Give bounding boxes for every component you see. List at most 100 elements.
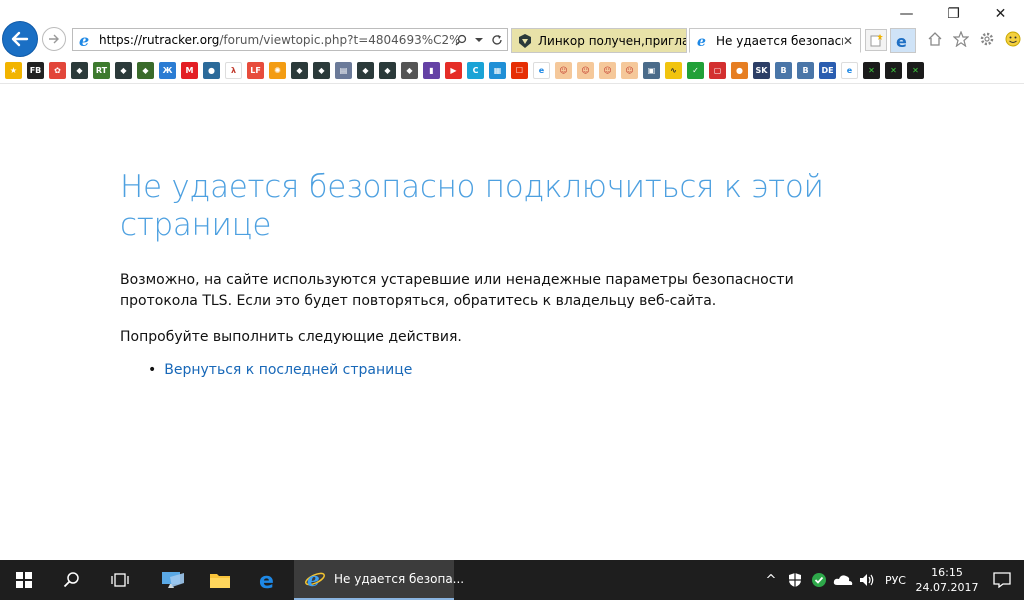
- new-tab-button[interactable]: [865, 29, 887, 51]
- favorite-wows2-icon[interactable]: ◆: [115, 62, 132, 79]
- favorite-x2-icon[interactable]: ✕: [885, 62, 902, 79]
- smiley-icon[interactable]: [1002, 28, 1024, 50]
- page-title: Не удается безопасно подключиться к этой…: [120, 169, 824, 243]
- close-button[interactable]: ✕: [977, 0, 1024, 28]
- favorite-wows1-icon[interactable]: ◆: [71, 62, 88, 79]
- favorite-lock-icon[interactable]: ▣: [643, 62, 660, 79]
- svg-text:e: e: [79, 32, 89, 48]
- clock[interactable]: 16:15 24.07.2017: [914, 565, 980, 595]
- explorer-pinned-button[interactable]: [148, 560, 196, 600]
- action-center-button[interactable]: [980, 560, 1024, 600]
- favorite-x3-icon[interactable]: ✕: [907, 62, 924, 79]
- favorite-ali-icon[interactable]: ☐: [511, 62, 528, 79]
- favorite-c-icon[interactable]: C: [467, 62, 484, 79]
- defender-icon[interactable]: [783, 560, 807, 600]
- ie-taskbar-button[interactable]: e Не удается безопа...: [294, 560, 464, 600]
- favorite-sk-icon[interactable]: SK: [753, 62, 770, 79]
- file-explorer-button[interactable]: [196, 560, 244, 600]
- dropdown-icon[interactable]: [471, 31, 487, 49]
- error-content: Не удается безопасно подключиться к этой…: [120, 168, 840, 378]
- try-actions-text: Попробуйте выполнить следующие действия.: [120, 329, 462, 345]
- favorite-ie2-icon[interactable]: e: [841, 62, 858, 79]
- favorite-wave-icon[interactable]: ∿: [665, 62, 682, 79]
- search-button[interactable]: [48, 560, 96, 600]
- svg-text:e: e: [307, 568, 320, 590]
- favorite-tank-icon[interactable]: ◆: [401, 62, 418, 79]
- refresh-icon[interactable]: [489, 31, 505, 49]
- task-view-button[interactable]: [96, 560, 144, 600]
- home-icon[interactable]: [924, 28, 946, 50]
- favorite-wows5-icon[interactable]: ◆: [313, 62, 330, 79]
- warships-icon: [517, 33, 533, 49]
- favorite-wows7-icon[interactable]: ◆: [379, 62, 396, 79]
- tab-label: Не удается безопасно ...: [716, 33, 843, 48]
- favorite-girl1-icon[interactable]: ☺: [555, 62, 572, 79]
- system-tray: ^ РУС 16:15 24.07.2017: [759, 560, 1024, 600]
- favorite-fb-icon[interactable]: FB: [27, 62, 44, 79]
- favorite-wows6-icon[interactable]: ◆: [357, 62, 374, 79]
- address-bar[interactable]: e https://rutracker.org/forum/viewtopic.…: [72, 28, 508, 51]
- svg-text:e: e: [259, 569, 274, 591]
- browser-chrome: — ❐ ✕ e https://rutracker.org/forum/view…: [0, 0, 1024, 58]
- monitor-icon: [162, 572, 184, 588]
- favorite-sber-icon[interactable]: ✓: [687, 62, 704, 79]
- favorite-girl2-icon[interactable]: ☺: [577, 62, 594, 79]
- favorite-rt-icon[interactable]: RT: [93, 62, 110, 79]
- volume-icon[interactable]: [855, 560, 879, 600]
- clock-time: 16:15: [931, 566, 963, 579]
- address-url[interactable]: https://rutracker.org/forum/viewtopic.ph…: [99, 33, 459, 47]
- back-to-last-page-link[interactable]: Вернуться к последней странице: [164, 362, 412, 378]
- back-button[interactable]: [2, 21, 38, 57]
- edge-icon: e: [259, 569, 274, 591]
- favorite-girl4-icon[interactable]: ☺: [621, 62, 638, 79]
- favorite-youtube-icon[interactable]: ▶: [445, 62, 462, 79]
- favorite-sun-icon[interactable]: ✺: [269, 62, 286, 79]
- favorite-wows4-icon[interactable]: ◆: [291, 62, 308, 79]
- restore-button[interactable]: ❐: [930, 0, 977, 28]
- window-controls: — ❐ ✕: [883, 0, 1024, 28]
- start-button[interactable]: [0, 560, 48, 600]
- onedrive-icon[interactable]: [831, 560, 855, 600]
- green-check-icon[interactable]: [807, 560, 831, 600]
- arrow-right-icon: [49, 34, 59, 44]
- minimize-button[interactable]: —: [883, 0, 930, 28]
- favorite-wg-icon[interactable]: ●: [731, 62, 748, 79]
- favorite-wows3-icon[interactable]: ◆: [137, 62, 154, 79]
- edge-button[interactable]: e: [890, 28, 916, 53]
- favorites-bar: ★ FB ✿ ◆ RT ◆ ◆ Ж M ● λ LF ✺ ◆ ◆ ▤ ◆ ◆ ◆ ▮ ▶ C ▦ ☐ e ☺ ☺ ☺ ☺ ▣ ∿ ✓ ▢ ● SK B…: [0, 58, 1024, 84]
- favorite-lambda-icon[interactable]: λ: [225, 62, 242, 79]
- favorite-twitch-icon[interactable]: ▮: [423, 62, 440, 79]
- tab-error-page[interactable]: e Не удается безопасно ... ✕: [689, 28, 861, 53]
- favorite-vk2-icon[interactable]: B: [797, 62, 814, 79]
- favorite-red-icon[interactable]: ▢: [709, 62, 726, 79]
- favorite-pages-icon[interactable]: ▤: [335, 62, 352, 79]
- favorite-girl3-icon[interactable]: ☺: [599, 62, 616, 79]
- favorite-butterfly-icon[interactable]: Ж: [159, 62, 176, 79]
- forward-button[interactable]: [42, 27, 66, 51]
- favorite-flower-icon[interactable]: ✿: [49, 62, 66, 79]
- favorite-vk1-icon[interactable]: B: [775, 62, 792, 79]
- favorite-ie1-icon[interactable]: e: [533, 62, 550, 79]
- favorite-grid-icon[interactable]: ▦: [489, 62, 506, 79]
- edge-taskbar-button[interactable]: e: [244, 560, 292, 600]
- gear-icon[interactable]: [976, 28, 998, 50]
- search-icon[interactable]: [453, 31, 469, 49]
- error-description: Возможно, на сайте используются устаревш…: [120, 272, 794, 309]
- favorite-de-icon[interactable]: DE: [819, 62, 836, 79]
- new-tab-icon: [870, 34, 883, 47]
- arrow-left-icon: [11, 31, 29, 47]
- favorite-circle-icon[interactable]: ●: [203, 62, 220, 79]
- favorite-lf-icon[interactable]: LF: [247, 62, 264, 79]
- favorite-m-icon[interactable]: M: [181, 62, 198, 79]
- tab-warships[interactable]: Линкор получен,пригла...: [511, 28, 687, 53]
- tab-close-icon[interactable]: ✕: [843, 34, 855, 48]
- favorite-x1-icon[interactable]: ✕: [863, 62, 880, 79]
- language-indicator[interactable]: РУС: [885, 574, 906, 587]
- windows-icon: [16, 572, 32, 588]
- chevron-up-icon[interactable]: ^: [759, 560, 783, 600]
- ie-tab-icon: e: [695, 33, 711, 49]
- favorites-star-icon[interactable]: [950, 28, 972, 50]
- edge-icon: e: [896, 33, 907, 49]
- favorite-star-icon[interactable]: ★: [5, 62, 22, 79]
- ie-icon: e: [304, 568, 326, 590]
